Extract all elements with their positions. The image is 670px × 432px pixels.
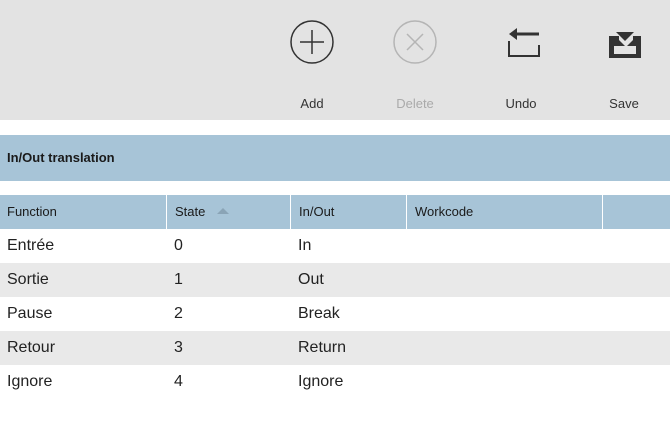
cell-function: Retour <box>7 339 56 356</box>
translation-table: Function State In/Out Workcode Entrée 0 … <box>0 195 670 399</box>
sort-ascending-icon <box>217 208 230 214</box>
cell-state: 0 <box>174 237 183 254</box>
cell-workcode <box>406 229 602 263</box>
add-label: Add <box>300 96 324 111</box>
section-header: In/Out translation <box>0 135 670 181</box>
add-icon <box>290 20 334 64</box>
header-workcode[interactable]: Workcode <box>406 195 602 229</box>
cell-inout: In <box>298 237 312 254</box>
cell-state: 4 <box>174 373 183 390</box>
table-row[interactable]: Entrée 0 In <box>0 229 670 263</box>
toolbar: Add Delete Undo Save <box>0 0 670 120</box>
cell-inout: Out <box>298 271 324 288</box>
section-title: In/Out translation <box>7 150 115 165</box>
delete-icon <box>393 20 437 64</box>
table-header: Function State In/Out Workcode <box>0 195 670 229</box>
cell-state: 3 <box>174 339 183 356</box>
cell-inout: Break <box>298 305 340 322</box>
header-function[interactable]: Function <box>0 195 166 229</box>
cell-workcode <box>406 297 602 331</box>
delete-label: Delete <box>396 96 434 111</box>
cell-state: 1 <box>174 271 183 288</box>
table-row[interactable]: Retour 3 Return <box>0 331 670 365</box>
table-row[interactable]: Ignore 4 Ignore <box>0 365 670 399</box>
cell-state: 2 <box>174 305 183 322</box>
table-row[interactable]: Sortie 1 Out <box>0 263 670 297</box>
undo-icon <box>508 28 540 57</box>
header-inout[interactable]: In/Out <box>290 195 406 229</box>
header-state[interactable]: State <box>166 195 290 229</box>
header-extra <box>602 195 670 229</box>
save-icon <box>609 32 641 58</box>
cell-inout: Return <box>298 339 347 356</box>
save-label: Save <box>609 96 639 111</box>
cell-workcode <box>406 263 602 297</box>
cell-inout: Ignore <box>298 373 344 390</box>
undo-button[interactable]: Undo <box>486 18 556 118</box>
delete-button[interactable]: Delete <box>380 18 450 118</box>
cell-function: Sortie <box>7 271 49 288</box>
cell-workcode <box>406 331 602 365</box>
cell-workcode <box>406 365 602 399</box>
table-row[interactable]: Pause 2 Break <box>0 297 670 331</box>
undo-label: Undo <box>505 96 537 111</box>
cell-function: Ignore <box>7 373 53 390</box>
add-button[interactable]: Add <box>277 18 347 118</box>
save-button[interactable]: Save <box>589 18 659 118</box>
cell-function: Entrée <box>7 237 55 254</box>
cell-function: Pause <box>7 305 53 322</box>
